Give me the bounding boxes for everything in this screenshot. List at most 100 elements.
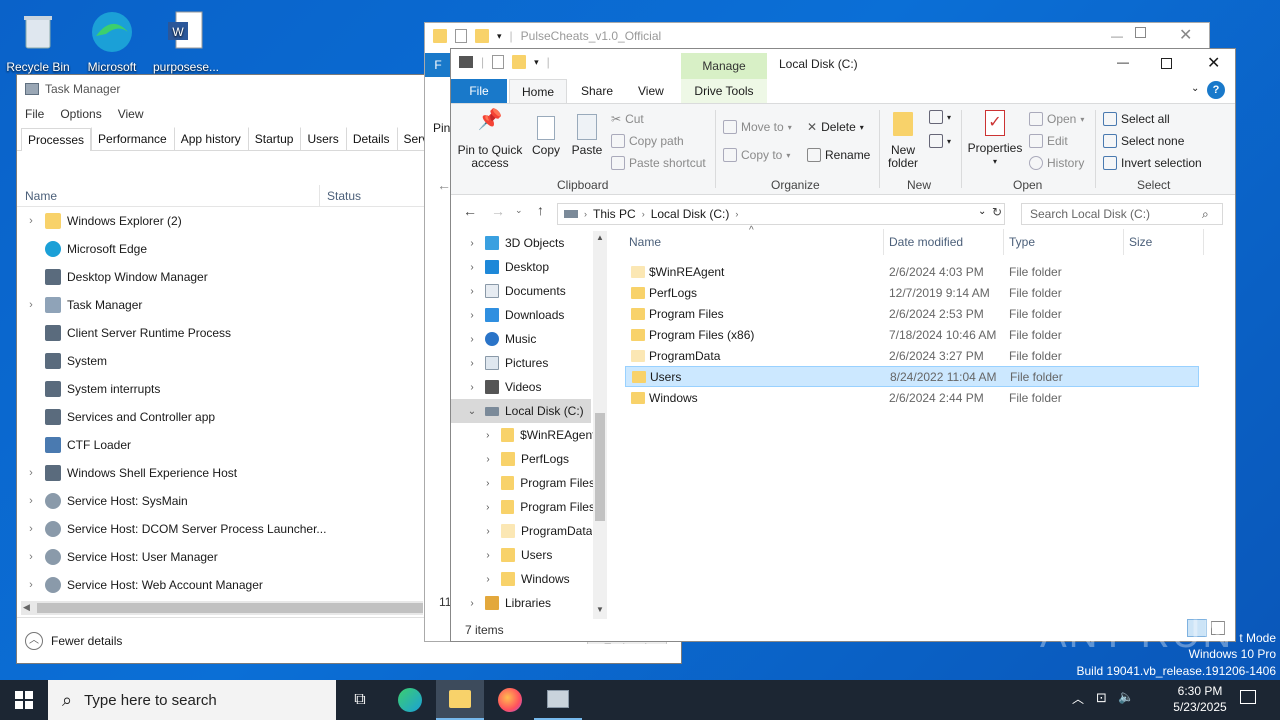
process-row[interactable]: Client Server Runtime Process (17, 319, 437, 347)
new-folder-icon[interactable] (512, 55, 527, 69)
nav-item[interactable]: › Desktop (465, 255, 605, 279)
move-to-button[interactable]: Move to ▾ (723, 120, 792, 134)
up-arrow-icon[interactable]: ↑ (537, 202, 544, 218)
nav-item[interactable]: › $WinREAgent (481, 423, 593, 447)
new-item-button[interactable]: ▾ (929, 110, 951, 124)
properties-check-icon[interactable] (455, 29, 467, 43)
chevron-right-icon[interactable]: › (465, 382, 479, 393)
chevron-right-icon[interactable]: › (465, 238, 479, 249)
tab-performance[interactable]: Performance (91, 127, 174, 150)
task-view-button[interactable]: ⧉ (336, 680, 384, 720)
expand-chevron-icon[interactable]: › (17, 495, 45, 507)
expand-chevron-icon[interactable]: › (17, 467, 45, 479)
properties-button[interactable]: ✓ Properties ▾ (967, 110, 1023, 168)
process-row[interactable]: CTF Loader (17, 431, 437, 459)
expand-chevron-icon[interactable]: › (17, 215, 45, 227)
nav-item[interactable]: › PerfLogs (481, 447, 593, 471)
file-row[interactable]: $WinREAgent 2/6/2024 4:03 PM File folder (625, 261, 1199, 282)
select-none-button[interactable]: Select none (1103, 134, 1184, 148)
file-row[interactable]: PerfLogs 12/7/2019 9:14 AM File folder (625, 282, 1199, 303)
chevron-right-icon[interactable]: › (481, 502, 495, 513)
process-row[interactable]: Desktop Window Manager (17, 263, 437, 291)
process-row[interactable]: System (17, 347, 437, 375)
tab-details[interactable]: Details (345, 127, 397, 150)
taskbar-search-box[interactable]: ⌕ Type here to search (48, 680, 336, 720)
tab-share[interactable]: Share (569, 79, 625, 103)
refresh-icon[interactable]: ↻ (992, 205, 1002, 219)
select-all-button[interactable]: Select all (1103, 112, 1170, 126)
network-icon[interactable]: ⊡ (1096, 690, 1107, 706)
paste-button[interactable]: Paste (569, 114, 605, 157)
taskbar-task-manager[interactable] (534, 680, 582, 720)
horizontal-scrollbar[interactable]: ◀ (21, 601, 423, 615)
volume-icon[interactable]: 🔈 (1118, 689, 1134, 705)
start-button[interactable] (0, 680, 48, 720)
process-row[interactable]: › Task Manager (17, 291, 437, 319)
maximize-icon[interactable] (1161, 58, 1172, 69)
forward-arrow-icon[interactable]: → (491, 203, 505, 219)
expand-chevron-icon[interactable]: › (17, 299, 45, 311)
menu-item-file[interactable]: File (25, 107, 44, 121)
column-name[interactable]: Name (25, 189, 57, 203)
recent-locations-icon[interactable]: ⌄ (515, 205, 523, 216)
chevron-right-icon[interactable]: › (481, 526, 495, 537)
chevron-right-icon[interactable]: › (481, 574, 495, 585)
chevron-right-icon[interactable]: › (481, 478, 495, 489)
search-box[interactable]: Search Local Disk (C:) ⌕ (1021, 203, 1223, 225)
copy-button[interactable]: Copy (529, 114, 563, 157)
close-icon[interactable]: ✕ (1179, 25, 1192, 45)
process-row[interactable]: System interrupts (17, 375, 437, 403)
process-row[interactable]: › Service Host: DCOM Server Process Launc… (17, 515, 437, 543)
nav-item[interactable]: › Pictures (465, 351, 605, 375)
address-dropdown-icon[interactable]: ⌄ (978, 206, 986, 217)
process-row[interactable]: › Windows Explorer (2) (17, 207, 437, 235)
file-row[interactable]: ProgramData 2/6/2024 3:27 PM File folder (625, 345, 1199, 366)
qat-dropdown-icon[interactable]: ▾ (534, 57, 539, 68)
process-row[interactable]: › Service Host: Web Account Manager (17, 571, 437, 599)
address-bar[interactable]: › This PC › Local Disk (C:) › ⌄ ↻ (557, 203, 1005, 225)
nav-item[interactable]: › Documents (465, 279, 605, 303)
desktop-icon-recycle-bin[interactable]: Recycle Bin (0, 8, 76, 74)
explorer-window[interactable]: | ▾ | Manage Local Disk (C:) — ✕ File Ho… (450, 48, 1236, 642)
easy-access-button[interactable]: ▾ (929, 134, 951, 148)
file-row[interactable]: Program Files (x86) 7/18/2024 10:46 AM Fil… (625, 324, 1199, 345)
qat-dropdown-icon[interactable]: ▾ (497, 31, 502, 42)
delete-button[interactable]: ✕ Delete ▾ (807, 120, 864, 134)
nav-item[interactable]: › Libraries (465, 591, 605, 615)
help-icon[interactable]: ? (1207, 81, 1225, 99)
show-hidden-icons-icon[interactable]: ︿ (1072, 690, 1084, 707)
history-button[interactable]: History (1029, 156, 1084, 170)
nav-item[interactable]: › Music (465, 327, 605, 351)
back-arrow-icon[interactable]: ← (437, 177, 451, 193)
expand-chevron-icon[interactable]: › (17, 551, 45, 563)
breadcrumb-local-disk[interactable]: Local Disk (C:) (651, 207, 730, 221)
process-row[interactable]: › Windows Shell Experience Host (17, 459, 437, 487)
fewer-details-link[interactable]: Fewer details (51, 634, 122, 648)
tab-file[interactable]: File (451, 79, 507, 103)
chevron-right-icon[interactable]: › (465, 310, 479, 321)
file-row[interactable]: Program Files 2/6/2024 2:53 PM File folder (625, 303, 1199, 324)
menu-item-options[interactable]: Options (60, 107, 101, 121)
scroll-down-icon[interactable]: ▼ (596, 605, 604, 614)
tab-app-history[interactable]: App history (173, 127, 248, 150)
maximize-icon[interactable] (1135, 27, 1146, 38)
desktop-icon-word-doc[interactable]: W purposese... (148, 8, 224, 74)
process-row[interactable]: › Service Host: User Manager (17, 543, 437, 571)
column-status[interactable]: Status (327, 189, 361, 203)
column-header-type[interactable]: Type (1009, 235, 1035, 249)
process-row[interactable]: Services and Controller app (17, 403, 437, 431)
copy-to-button[interactable]: Copy to ▾ (723, 148, 790, 162)
pin-to-quick-access-button[interactable]: 📌 Pin to Quick access (457, 110, 523, 170)
close-icon[interactable]: ✕ (1207, 53, 1220, 73)
tab-users[interactable]: Users (300, 127, 345, 150)
taskbar-file-explorer[interactable] (436, 680, 484, 720)
chevron-right-icon[interactable]: › (465, 286, 479, 297)
expand-chevron-icon[interactable]: › (17, 579, 45, 591)
column-header-date[interactable]: Date modified (889, 235, 963, 249)
process-row[interactable]: › Service Host: SysMain (17, 487, 437, 515)
file-row[interactable]: Windows 2/6/2024 2:44 PM File folder (625, 387, 1199, 408)
scrollbar-thumb[interactable] (37, 603, 423, 613)
chevron-right-icon[interactable]: › (481, 550, 495, 561)
taskbar-edge[interactable] (386, 680, 434, 720)
new-folder-button[interactable]: New folder (885, 112, 921, 170)
